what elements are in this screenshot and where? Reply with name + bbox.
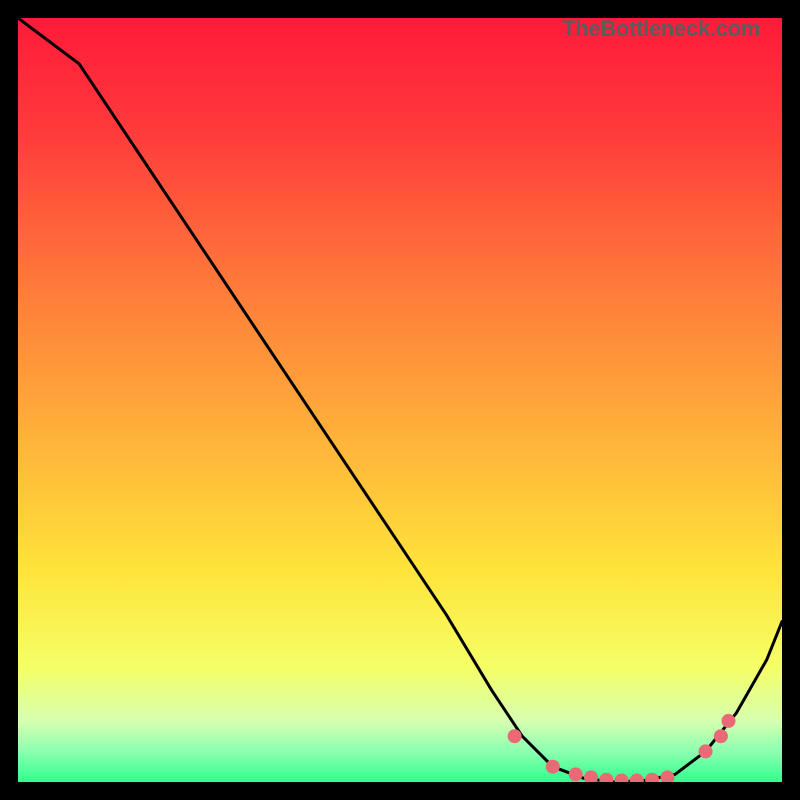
attribution-text: TheBottleneck.com	[562, 16, 760, 42]
chart-frame: TheBottleneck.com	[18, 18, 782, 782]
marker-dot	[714, 729, 728, 743]
marker-dot	[569, 767, 583, 781]
marker-dot	[699, 744, 713, 758]
chart-background	[18, 18, 782, 782]
marker-dot	[722, 714, 736, 728]
marker-dot	[508, 729, 522, 743]
marker-dot	[546, 760, 560, 774]
bottleneck-chart	[18, 18, 782, 782]
